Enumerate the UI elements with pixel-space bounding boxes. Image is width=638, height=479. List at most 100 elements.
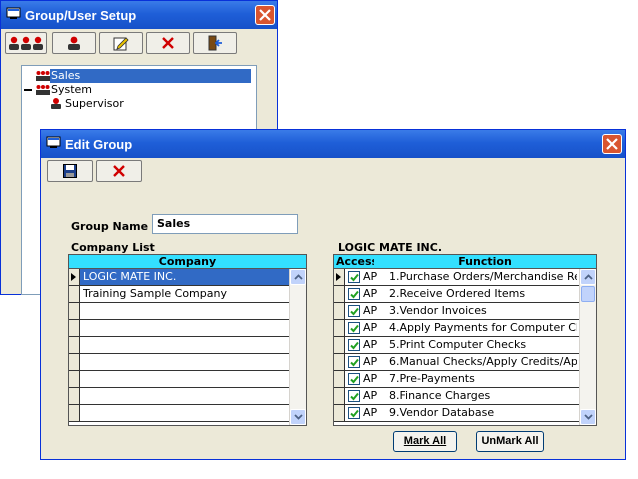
- function-cell[interactable]: 2.Receive Ordered Items: [389, 286, 577, 302]
- checkmark-icon: [350, 324, 359, 333]
- access-checkbox[interactable]: [348, 322, 360, 334]
- unmark-all-button[interactable]: UnMark All: [476, 431, 544, 452]
- group-users-icon: [36, 71, 50, 81]
- table-row[interactable]: AP 4.Apply Payments for Computer Che: [334, 320, 579, 337]
- row-indicator: [334, 405, 345, 421]
- exit-button[interactable]: [193, 32, 237, 54]
- company-list-label: Company List: [71, 241, 155, 254]
- table-row[interactable]: AP 8.Finance Charges: [334, 388, 579, 405]
- row-indicator: [69, 269, 80, 285]
- close-icon: [606, 138, 618, 150]
- checkmark-icon: [350, 307, 359, 316]
- company-column-header[interactable]: Company: [69, 255, 306, 269]
- function-cell[interactable]: 5.Print Computer Checks: [389, 337, 577, 353]
- access-checkbox[interactable]: [348, 288, 360, 300]
- add-user-button[interactable]: [52, 32, 96, 54]
- function-cell[interactable]: 8.Finance Charges: [389, 388, 577, 404]
- close-button[interactable]: [255, 5, 275, 25]
- edit-button[interactable]: [99, 32, 143, 54]
- table-row: [69, 303, 289, 320]
- app-window-icon: [6, 7, 21, 19]
- access-checkbox[interactable]: [348, 339, 360, 351]
- company-grid[interactable]: Company LOGIC MATE INC. Training Sample …: [68, 254, 307, 426]
- save-button[interactable]: [47, 160, 93, 182]
- access-checkbox[interactable]: [348, 390, 360, 402]
- mark-all-button[interactable]: Mark All: [393, 431, 457, 452]
- collapse-icon[interactable]: [24, 89, 32, 91]
- table-row: [69, 388, 289, 405]
- close-icon: [259, 9, 271, 21]
- module-cell[interactable]: AP: [363, 354, 385, 370]
- module-cell[interactable]: AP: [363, 337, 385, 353]
- access-checkbox[interactable]: [348, 271, 360, 283]
- function-cell[interactable]: 9.Vendor Database: [389, 405, 577, 421]
- access-checkbox[interactable]: [348, 407, 360, 419]
- cancel-button[interactable]: [96, 160, 142, 182]
- function-cell[interactable]: 1.Purchase Orders/Merchandise Re: [389, 269, 577, 285]
- delete-x-icon: [162, 37, 174, 49]
- table-row[interactable]: AP 9.Vendor Database: [334, 405, 579, 422]
- table-row[interactable]: LOGIC MATE INC.: [69, 269, 289, 286]
- table-row[interactable]: AP 5.Print Computer Checks: [334, 337, 579, 354]
- chevron-up-icon: [294, 274, 303, 280]
- scroll-down-button[interactable]: [290, 409, 306, 425]
- scroll-up-button[interactable]: [580, 269, 596, 285]
- module-cell[interactable]: AP: [363, 388, 385, 404]
- tree-node-label: System: [51, 83, 93, 96]
- table-row[interactable]: AP 6.Manual Checks/Apply Credits/App: [334, 354, 579, 371]
- function-cell[interactable]: 6.Manual Checks/Apply Credits/App: [389, 354, 577, 370]
- group-user-setup-titlebar[interactable]: Group/User Setup: [1, 1, 277, 29]
- table-row[interactable]: AP 2.Receive Ordered Items: [334, 286, 579, 303]
- function-grid[interactable]: Access Function AP 1.Purchase Orders/Merc…: [333, 254, 597, 426]
- row-indicator: [334, 354, 345, 370]
- add-group-button[interactable]: [5, 32, 47, 54]
- access-checkbox[interactable]: [348, 356, 360, 368]
- module-cell[interactable]: AP: [363, 269, 385, 285]
- company-scrollbar[interactable]: [289, 269, 306, 425]
- table-row: [69, 320, 289, 337]
- company-cell[interactable]: LOGIC MATE INC.: [80, 269, 289, 285]
- function-cell[interactable]: 7.Pre-Payments: [389, 371, 577, 387]
- table-row[interactable]: AP 1.Purchase Orders/Merchandise Re: [334, 269, 579, 286]
- floppy-disk-icon: [63, 164, 77, 178]
- table-row[interactable]: AP 3.Vendor Invoices: [334, 303, 579, 320]
- scroll-up-button[interactable]: [290, 269, 306, 285]
- checkmark-icon: [350, 392, 359, 401]
- function-cell[interactable]: 3.Vendor Invoices: [389, 303, 577, 319]
- edit-group-titlebar[interactable]: Edit Group: [41, 130, 625, 158]
- edit-group-window: Edit Group Group Name Sales Company List…: [40, 129, 626, 460]
- close-button[interactable]: [602, 134, 622, 154]
- module-cell[interactable]: AP: [363, 371, 385, 387]
- function-scrollbar[interactable]: [579, 269, 596, 425]
- row-indicator: [69, 354, 80, 370]
- tree-node-supervisor[interactable]: Supervisor: [50, 97, 230, 111]
- row-indicator: [69, 320, 80, 336]
- group-name-label: Group Name: [71, 220, 149, 233]
- table-row[interactable]: AP 7.Pre-Payments: [334, 371, 579, 388]
- row-indicator: [334, 320, 345, 336]
- row-indicator: [69, 405, 80, 421]
- delete-button[interactable]: [146, 32, 190, 54]
- scroll-down-button[interactable]: [580, 409, 596, 425]
- function-column-header[interactable]: Function: [374, 255, 596, 269]
- access-checkbox[interactable]: [348, 305, 360, 317]
- module-cell[interactable]: AP: [363, 303, 385, 319]
- checkmark-icon: [350, 290, 359, 299]
- company-cell[interactable]: Training Sample Company: [83, 286, 289, 302]
- current-row-arrow-icon: [71, 273, 76, 281]
- module-cell[interactable]: AP: [363, 320, 385, 336]
- current-row-arrow-icon: [336, 273, 341, 281]
- tree-node-label: Sales: [50, 69, 251, 83]
- module-cell[interactable]: AP: [363, 405, 385, 421]
- tree-node-system[interactable]: System: [24, 83, 224, 97]
- function-cell[interactable]: 4.Apply Payments for Computer Che: [389, 320, 577, 336]
- access-checkbox[interactable]: [348, 373, 360, 385]
- scroll-thumb[interactable]: [581, 286, 595, 302]
- tree-node-sales[interactable]: Sales: [36, 69, 251, 83]
- access-column-header[interactable]: Access: [334, 255, 378, 269]
- group-name-input[interactable]: Sales: [152, 214, 298, 234]
- row-indicator: [69, 388, 80, 404]
- table-row[interactable]: Training Sample Company: [69, 286, 289, 303]
- module-cell[interactable]: AP: [363, 286, 385, 302]
- checkmark-icon: [350, 358, 359, 367]
